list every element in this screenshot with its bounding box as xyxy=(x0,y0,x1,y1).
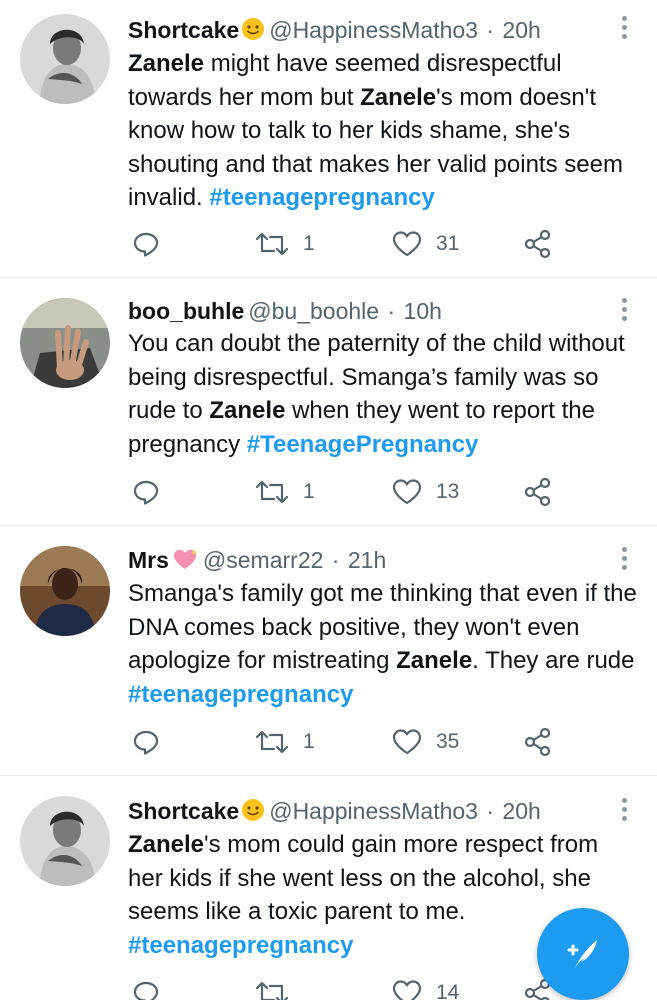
user-handle[interactable]: @HappinessMatho3 xyxy=(269,798,478,824)
timestamp[interactable]: 21h xyxy=(348,547,386,573)
more-options-icon[interactable] xyxy=(612,296,636,324)
tweet-text: You can doubt the paternity of the child… xyxy=(128,327,638,461)
reply-icon xyxy=(133,730,159,755)
like-button[interactable]: 13 xyxy=(392,477,459,507)
display-name[interactable]: Shortcake xyxy=(128,798,239,824)
reply-button[interactable] xyxy=(132,477,160,507)
heart-icon xyxy=(392,980,422,1000)
share-button[interactable] xyxy=(524,477,552,507)
highlighted-term: Zanele xyxy=(360,83,437,111)
display-name[interactable]: Shortcake xyxy=(128,17,239,43)
avatar[interactable] xyxy=(20,546,110,636)
tweet-header: Shortcake @HappinessMatho3 · 20h xyxy=(128,797,541,828)
reply-icon xyxy=(133,981,159,1000)
retweet-button[interactable]: 1 xyxy=(255,229,315,259)
avatar[interactable] xyxy=(20,796,110,886)
compose-tweet-icon xyxy=(567,940,597,968)
more-options-icon[interactable] xyxy=(612,14,636,42)
highlighted-term: Zanele xyxy=(209,397,286,424)
highlighted-term: Zanele xyxy=(128,50,205,77)
separator-dot: · xyxy=(486,17,495,43)
reply-button[interactable] xyxy=(132,229,160,259)
like-button[interactable]: 14 xyxy=(392,978,459,1000)
retweet-icon xyxy=(255,981,289,1000)
separator-dot: · xyxy=(331,547,340,573)
share-button[interactable] xyxy=(524,229,552,259)
separator-dot: · xyxy=(486,798,495,824)
reply-button[interactable] xyxy=(132,727,160,757)
retweet-icon xyxy=(255,730,289,754)
hashtag-link[interactable]: #teenagepregnancy xyxy=(128,932,353,959)
hashtag-link[interactable]: #teenagepregnancy xyxy=(209,184,434,211)
more-options-icon[interactable] xyxy=(612,545,636,573)
like-button[interactable]: 31 xyxy=(392,229,459,259)
retweet-button[interactable] xyxy=(255,978,289,1000)
user-handle[interactable]: @semarr22 xyxy=(203,547,324,573)
retweet-icon xyxy=(255,232,289,256)
retweet-button[interactable]: 1 xyxy=(255,477,315,507)
display-name[interactable]: Mrs xyxy=(128,547,169,573)
hashtag-link[interactable]: #TeenagePregnancy xyxy=(247,431,479,458)
share-icon xyxy=(524,229,551,259)
retweet-icon xyxy=(255,480,289,504)
highlighted-term: Zanele xyxy=(396,647,473,674)
retweet-count: 1 xyxy=(303,232,315,255)
tweet-text: Zanele might have seemed disrespectful t… xyxy=(128,47,638,215)
hashtag-link[interactable]: #teenagepregnancy xyxy=(128,681,353,708)
retweet-count: 1 xyxy=(303,480,315,503)
share-icon xyxy=(524,727,551,757)
tweet-divider xyxy=(0,277,657,278)
user-handle[interactable]: @HappinessMatho3 xyxy=(269,17,478,43)
tweet-header: Shortcake @HappinessMatho3 · 20h xyxy=(128,16,541,47)
heart-icon xyxy=(392,479,422,505)
like-count: 35 xyxy=(436,730,460,753)
share-button[interactable] xyxy=(524,727,552,757)
like-button[interactable]: 35 xyxy=(392,727,459,757)
separator-dot: · xyxy=(387,298,396,324)
retweet-count: 1 xyxy=(303,730,315,753)
timestamp[interactable]: 20h xyxy=(502,798,540,824)
sparkling-heart-emoji-icon xyxy=(171,547,199,577)
display-name[interactable]: boo_buhle xyxy=(128,298,244,324)
avatar[interactable] xyxy=(20,298,110,388)
share-icon xyxy=(524,477,551,507)
like-count: 13 xyxy=(436,480,460,503)
smiling-face-emoji-icon xyxy=(241,798,265,828)
tweet-text-segment: . They are rude xyxy=(472,647,635,674)
tweet-header: boo_buhle @bu_boohle · 10h xyxy=(128,297,442,325)
tweet-divider xyxy=(0,775,657,776)
like-count: 14 xyxy=(436,981,460,1000)
timestamp[interactable]: 10h xyxy=(404,298,442,324)
reply-icon xyxy=(133,480,159,505)
user-handle[interactable]: @bu_boohle xyxy=(248,298,379,324)
tweet-text: Smanga's family got me thinking that eve… xyxy=(128,577,638,711)
reply-button[interactable] xyxy=(132,978,160,1000)
heart-icon xyxy=(392,729,422,755)
highlighted-term: Zanele xyxy=(128,831,205,858)
more-options-icon[interactable] xyxy=(612,796,636,824)
smiling-face-emoji-icon xyxy=(241,17,265,47)
tweet-header: Mrs @semarr22 · 21h xyxy=(128,546,386,577)
retweet-button[interactable]: 1 xyxy=(255,727,315,757)
compose-tweet-button[interactable] xyxy=(537,908,629,1000)
avatar[interactable] xyxy=(20,14,110,104)
tweet-divider xyxy=(0,525,657,526)
like-count: 31 xyxy=(436,232,460,255)
heart-icon xyxy=(392,231,422,257)
reply-icon xyxy=(133,232,159,257)
timestamp[interactable]: 20h xyxy=(502,17,540,43)
